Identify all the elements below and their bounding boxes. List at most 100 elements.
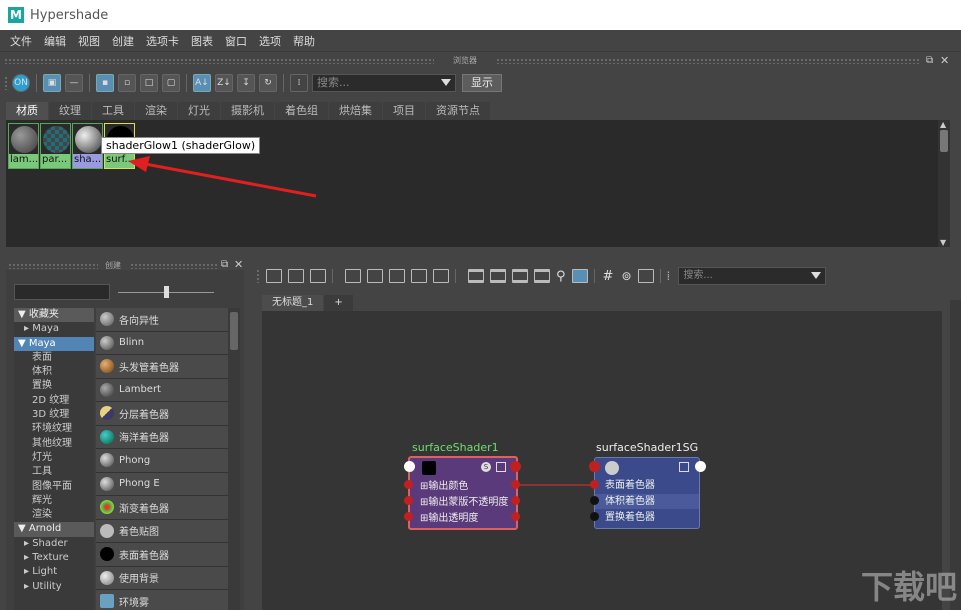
tree-item[interactable]: ▸ Light (14, 565, 94, 579)
tab-untitled[interactable]: 无标题_1 (262, 295, 324, 311)
menu-options[interactable]: 选项 (259, 33, 281, 49)
graph-input-icon[interactable] (266, 269, 282, 283)
tab-cameras[interactable]: 摄影机 (221, 102, 274, 120)
list-item[interactable]: 头发管着色器 (96, 355, 228, 379)
menu-tabs[interactable]: 选项卡 (146, 33, 179, 49)
node-expand-icon[interactable] (679, 462, 689, 472)
toolbar-grip[interactable] (4, 76, 8, 90)
tree-item[interactable]: ▼ Maya (14, 336, 94, 351)
tree-item[interactable]: 工具 (14, 465, 94, 479)
input-port-icon[interactable] (404, 480, 413, 489)
shader-node-surfaceshader1[interactable]: S ⊞输出颜色 ⊞输出蒙版不透明度 ⊞输出透明度 (408, 456, 518, 530)
remove-selected-icon[interactable] (389, 269, 405, 283)
graph-search-input[interactable]: 搜索... (678, 267, 827, 285)
output-port-icon[interactable] (511, 480, 520, 489)
tab-projects[interactable]: 项目 (383, 102, 425, 120)
material-swatch-lambert[interactable]: lam... (8, 123, 39, 169)
input-port-icon[interactable] (404, 461, 415, 472)
close-panel-icon[interactable]: ✕ (940, 54, 949, 67)
output-port-icon[interactable] (511, 512, 520, 521)
tree-item[interactable]: ▸ Texture (14, 551, 94, 565)
swatch-medium-icon[interactable]: ▫ (118, 74, 136, 92)
input-port-icon[interactable] (404, 496, 413, 505)
tab-asset-nodes[interactable]: 资源节点 (426, 102, 490, 120)
output-port-icon[interactable] (510, 461, 521, 472)
list-view-icon[interactable]: — (65, 74, 83, 92)
tab-utilities[interactable]: 工具 (92, 102, 134, 120)
tree-item[interactable]: 2D 纹理 (14, 394, 94, 408)
browser-search-input[interactable]: 搜索... (312, 74, 456, 92)
list-item[interactable]: 表面着色器 (96, 543, 228, 567)
node-list-scrollbar[interactable] (228, 308, 240, 610)
magnify-icon[interactable]: ⚲ (556, 269, 566, 284)
menu-help[interactable]: 帮助 (293, 33, 315, 49)
on-toggle-icon[interactable]: ON (12, 74, 30, 92)
scrollbar-thumb[interactable] (940, 130, 948, 152)
refresh-icon[interactable]: ↻ (259, 74, 277, 92)
list-item[interactable]: 环境雾 (96, 590, 228, 610)
icon-view-icon[interactable]: ▣ (43, 74, 61, 92)
scroll-down-icon[interactable]: ▼ (940, 238, 946, 247)
show-button[interactable]: 显示 (462, 74, 502, 92)
tab-rendering[interactable]: 渲染 (135, 102, 177, 120)
layout-icon[interactable] (637, 269, 654, 283)
displacement-shader-row[interactable]: 置换着色器 (595, 510, 699, 525)
list-item[interactable]: 渐变着色器 (96, 496, 228, 520)
graph-input-output-icon[interactable] (288, 269, 304, 283)
tab-textures[interactable]: 纹理 (49, 102, 91, 120)
list-item[interactable]: Phong E (96, 472, 228, 496)
tree-item[interactable]: ▼ 收藏夹 (14, 308, 94, 323)
tab-lights[interactable]: 灯光 (178, 102, 220, 120)
volume-shader-row[interactable]: 体积着色器 (595, 494, 699, 509)
panel-grip[interactable] (4, 58, 434, 64)
full-view-icon[interactable] (512, 269, 528, 283)
swatch-small-icon[interactable]: ▪ (96, 74, 114, 92)
tree-item[interactable]: ▸ Shader (14, 537, 94, 551)
snap-icon[interactable]: ⊚ (621, 269, 631, 283)
tree-item[interactable]: 表面 (14, 351, 94, 365)
node-expand-icon[interactable] (496, 462, 506, 472)
menu-file[interactable]: 文件 (10, 33, 32, 49)
surface-shader-row[interactable]: 表面着色器 (595, 478, 699, 493)
filter-icon[interactable]: ⁞ (667, 269, 671, 283)
sort-by-name-icon[interactable]: A↓ (193, 74, 211, 92)
scroll-up-icon[interactable]: ▲ (940, 120, 946, 129)
input-port-icon[interactable] (590, 512, 599, 521)
output-port-icon[interactable] (511, 496, 520, 505)
input-port-icon[interactable] (590, 496, 599, 505)
output-matte-opacity-row[interactable]: ⊞输出蒙版不透明度 (410, 495, 516, 510)
connected-view-icon[interactable] (490, 269, 506, 283)
node-mode-icon[interactable]: S (481, 462, 491, 472)
tree-item[interactable]: 环境纹理 (14, 422, 94, 436)
add-selected-icon[interactable] (367, 269, 383, 283)
custom-view-icon[interactable] (534, 269, 550, 283)
frame-selected-icon[interactable] (345, 269, 361, 283)
tree-item[interactable]: 灯光 (14, 451, 94, 465)
tree-item[interactable]: 体积 (14, 365, 94, 379)
shading-group-node-surfaceshader1sg[interactable]: 表面着色器 体积着色器 置换着色器 (594, 457, 700, 529)
tab-bake-sets[interactable]: 烘焙集 (329, 102, 382, 120)
panel-grip[interactable] (130, 263, 218, 269)
create-search-input[interactable] (14, 284, 110, 300)
grid-icon[interactable]: # (603, 269, 614, 284)
swatch-size-slider-handle[interactable] (164, 286, 169, 298)
material-swatch-shader[interactable]: sha... (72, 123, 103, 169)
panel-grip[interactable] (496, 58, 920, 64)
clear-graph-icon[interactable] (433, 269, 449, 283)
sort-by-time-icon[interactable]: ↧ (237, 74, 255, 92)
tree-item[interactable]: 3D 纹理 (14, 408, 94, 422)
list-item[interactable]: 着色贴图 (96, 519, 228, 543)
input-port-icon[interactable] (590, 480, 599, 489)
swatch-toggle-icon[interactable] (571, 269, 588, 283)
simple-view-icon[interactable] (468, 269, 484, 283)
float-panel-icon[interactable]: ⧉ (926, 55, 933, 66)
menu-create[interactable]: 创建 (112, 33, 134, 49)
material-swatch-particle[interactable]: par... (40, 123, 71, 169)
list-item[interactable]: 分层着色器 (96, 402, 228, 426)
menu-window[interactable]: 窗口 (225, 33, 247, 49)
tree-item[interactable]: 辉光 (14, 494, 94, 508)
output-transparency-row[interactable]: ⊞输出透明度 (410, 511, 516, 526)
float-panel-icon[interactable]: ⧉ (221, 259, 228, 270)
tree-item[interactable]: 渲染 (14, 508, 94, 522)
menu-graph[interactable]: 图表 (191, 33, 213, 49)
